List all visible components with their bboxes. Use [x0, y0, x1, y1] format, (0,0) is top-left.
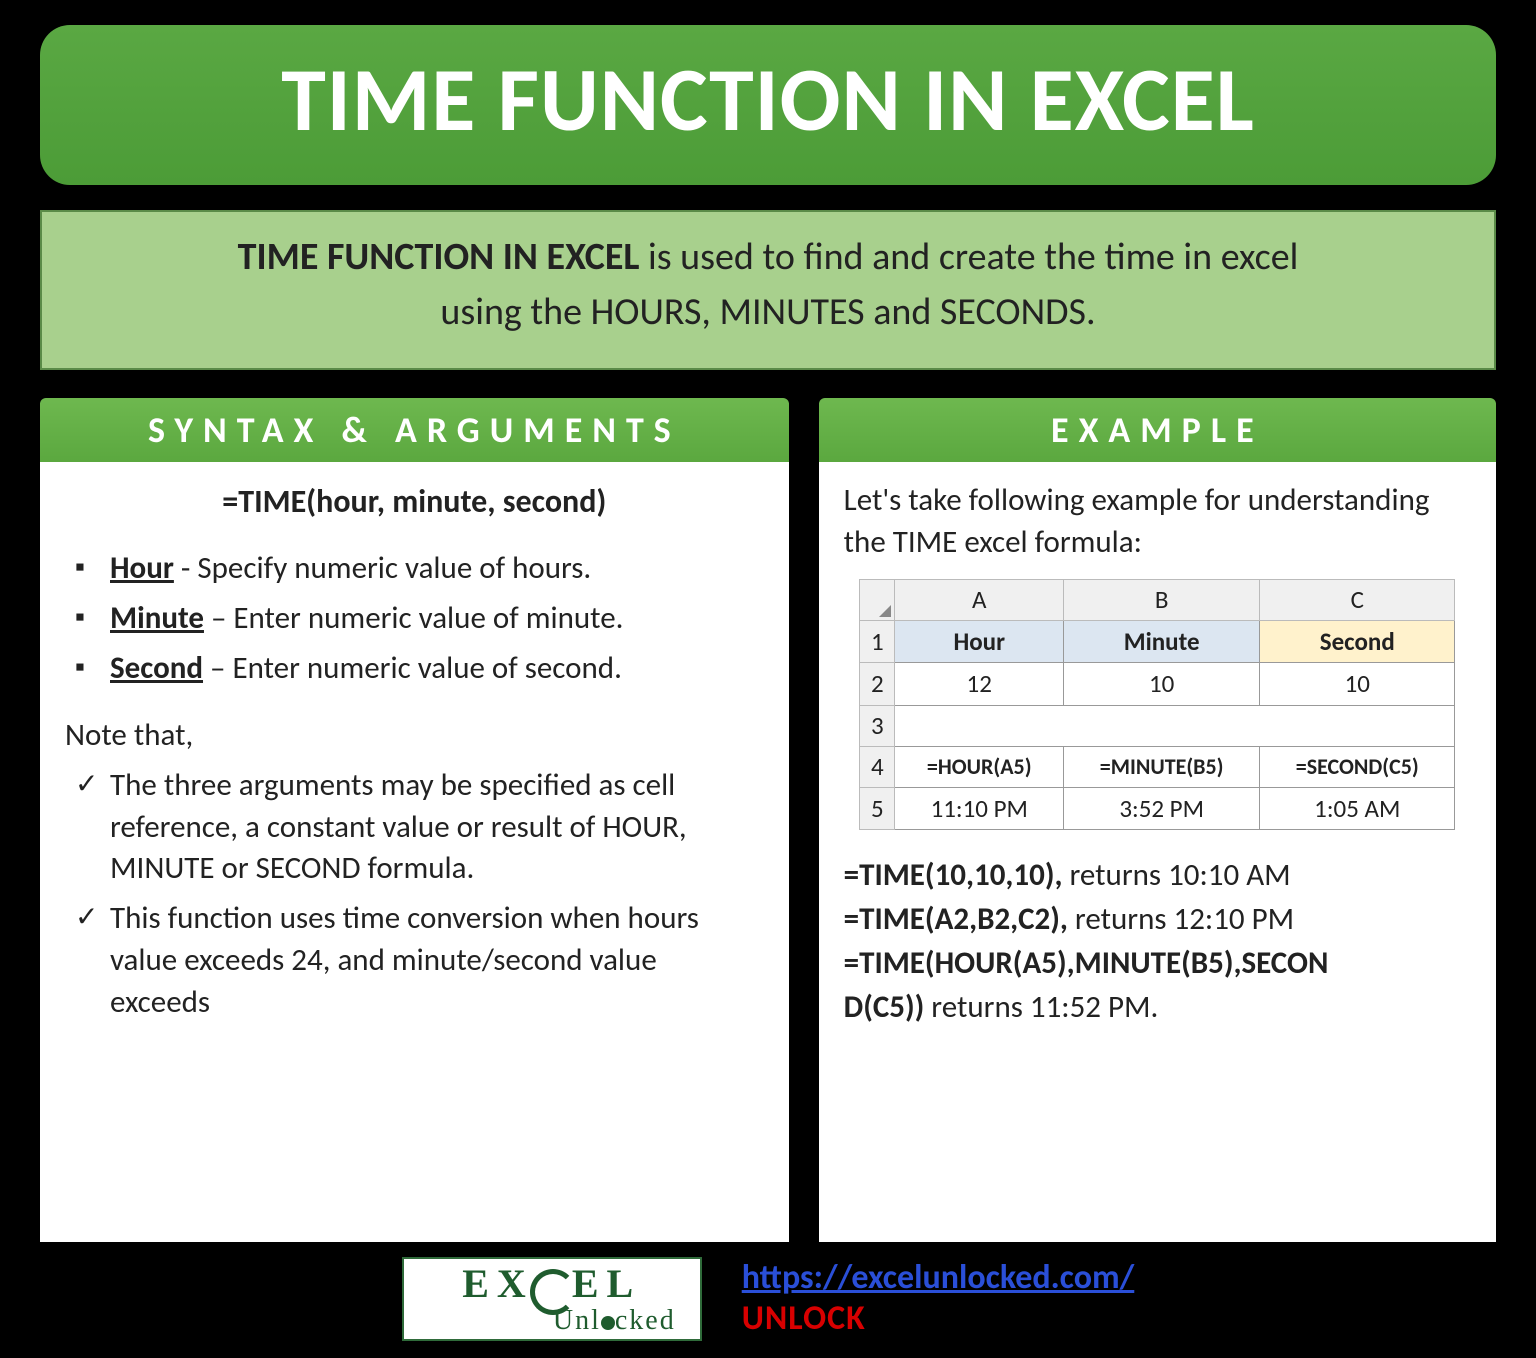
example-header: EXAMPLE: [819, 398, 1496, 462]
ex2-bold: =TIME(A2,B2,C2),: [844, 900, 1068, 938]
row-1-head: 1: [860, 620, 895, 663]
cell-a5: 11:10 PM: [895, 787, 1064, 830]
cell-c1: Second: [1260, 620, 1455, 663]
description-line2: using the HOURS, MINUTES and SECONDS.: [440, 289, 1095, 335]
footer-unlock: UNLOCK: [742, 1298, 866, 1339]
columns-container: SYNTAX & ARGUMENTS =TIME(hour, minute, s…: [40, 398, 1496, 1242]
ex3-bold: =TIME(HOUR(A5),MINUTE(B5),SECON: [844, 944, 1329, 982]
grid-row-4: 4 =HOUR(A5) =MINUTE(B5) =SECOND(C5): [860, 746, 1455, 787]
row-4-head: 4: [860, 746, 895, 787]
ex4-rest: returns 11:52 PM.: [924, 988, 1158, 1026]
footer-links: https://excelunlocked.com/ UNLOCK: [742, 1258, 1135, 1340]
row-2-head: 2: [860, 663, 895, 706]
footer-url[interactable]: https://excelunlocked.com/: [742, 1257, 1135, 1298]
example-line-3: =TIME(HOUR(A5),MINUTE(B5),SECON: [844, 943, 1471, 985]
cell-a4: =HOUR(A5): [895, 746, 1064, 787]
example-body: Let's take following example for underst…: [819, 462, 1496, 1242]
cell-a1: Hour: [895, 620, 1064, 663]
description-panel: TIME FUNCTION IN EXCEL is used to find a…: [40, 210, 1496, 370]
footer: EXEL Unlcked https://excelunlocked.com/ …: [40, 1257, 1496, 1341]
grid-corner: [860, 579, 895, 620]
arg-name-minute: Minute: [110, 599, 204, 637]
grid-row-5: 5 11:10 PM 3:52 PM 1:05 AM: [860, 787, 1455, 830]
syntax-header: SYNTAX & ARGUMENTS: [40, 398, 789, 462]
logo-top-pre: EX: [462, 1261, 534, 1306]
example-line-2: =TIME(A2,B2,C2), returns 12:10 PM: [844, 899, 1471, 941]
grid-row-3: 3: [860, 706, 1455, 747]
ex4-bold: D(C5)): [844, 988, 925, 1026]
cell-b2: 10: [1064, 663, 1260, 706]
ex2-rest: returns 12:10 PM: [1068, 900, 1294, 938]
logo-c-icon: [530, 1269, 576, 1315]
logo-top: EXEL: [462, 1265, 641, 1311]
arg-name-second: Second: [110, 649, 203, 687]
arg-desc-hour: - Specify numeric value of hours.: [174, 549, 591, 587]
example-line-1: =TIME(10,10,10), returns 10:10 AM: [844, 855, 1471, 897]
arg-name-hour: Hour: [110, 549, 174, 587]
excel-grid: A B C 1 Hour Minute Second 2 12 10 10: [859, 579, 1455, 831]
ex1-rest: returns 10:10 AM: [1063, 856, 1291, 894]
grid-header-row: A B C: [860, 579, 1455, 620]
arg-desc-minute: – Enter numeric value of minute.: [204, 599, 623, 637]
cell-b1: Minute: [1064, 620, 1260, 663]
description-bold: TIME FUNCTION IN EXCEL: [238, 234, 640, 280]
logo-key-icon: [601, 1316, 615, 1330]
note-1: The three arguments may be specified as …: [75, 765, 764, 891]
note-2: This function uses time conversion when …: [75, 898, 764, 1024]
col-c: C: [1260, 579, 1455, 620]
argument-hour: Hour - Specify numeric value of hours.: [75, 548, 764, 590]
notes-list: The three arguments may be specified as …: [65, 765, 764, 1024]
syntax-column: SYNTAX & ARGUMENTS =TIME(hour, minute, s…: [40, 398, 789, 1242]
cell-c5: 1:05 AM: [1260, 787, 1455, 830]
argument-minute: Minute – Enter numeric value of minute.: [75, 598, 764, 640]
arg-desc-second: – Enter numeric value of second.: [203, 649, 622, 687]
logo-top-post: EL: [572, 1261, 641, 1306]
cell-c4: =SECOND(C5): [1260, 746, 1455, 787]
page-title: TIME FUNCTION IN EXCEL: [40, 25, 1496, 185]
ex1-bold: =TIME(10,10,10),: [844, 856, 1063, 894]
note-label: Note that,: [65, 715, 764, 757]
argument-second: Second – Enter numeric value of second.: [75, 648, 764, 690]
cell-b5: 3:52 PM: [1064, 787, 1260, 830]
cell-row3: [895, 706, 1455, 747]
col-a: A: [895, 579, 1064, 620]
logo: EXEL Unlcked: [402, 1257, 702, 1341]
example-column: EXAMPLE Let's take following example for…: [819, 398, 1496, 1242]
grid-row-1: 1 Hour Minute Second: [860, 620, 1455, 663]
grid-row-2: 2 12 10 10: [860, 663, 1455, 706]
syntax-formula: =TIME(hour, minute, second): [65, 480, 764, 523]
cell-b4: =MINUTE(B5): [1064, 746, 1260, 787]
row-3-head: 3: [860, 706, 895, 747]
example-line-4: D(C5)) returns 11:52 PM.: [844, 987, 1471, 1029]
argument-list: Hour - Specify numeric value of hours. M…: [65, 548, 764, 690]
row-5-head: 5: [860, 787, 895, 830]
example-intro: Let's take following example for underst…: [844, 480, 1471, 564]
cell-c2: 10: [1260, 663, 1455, 706]
syntax-body: =TIME(hour, minute, second) Hour - Speci…: [40, 462, 789, 1242]
col-b: B: [1064, 579, 1260, 620]
cell-a2: 12: [895, 663, 1064, 706]
description-rest1: is used to find and create the time in e…: [639, 234, 1298, 280]
